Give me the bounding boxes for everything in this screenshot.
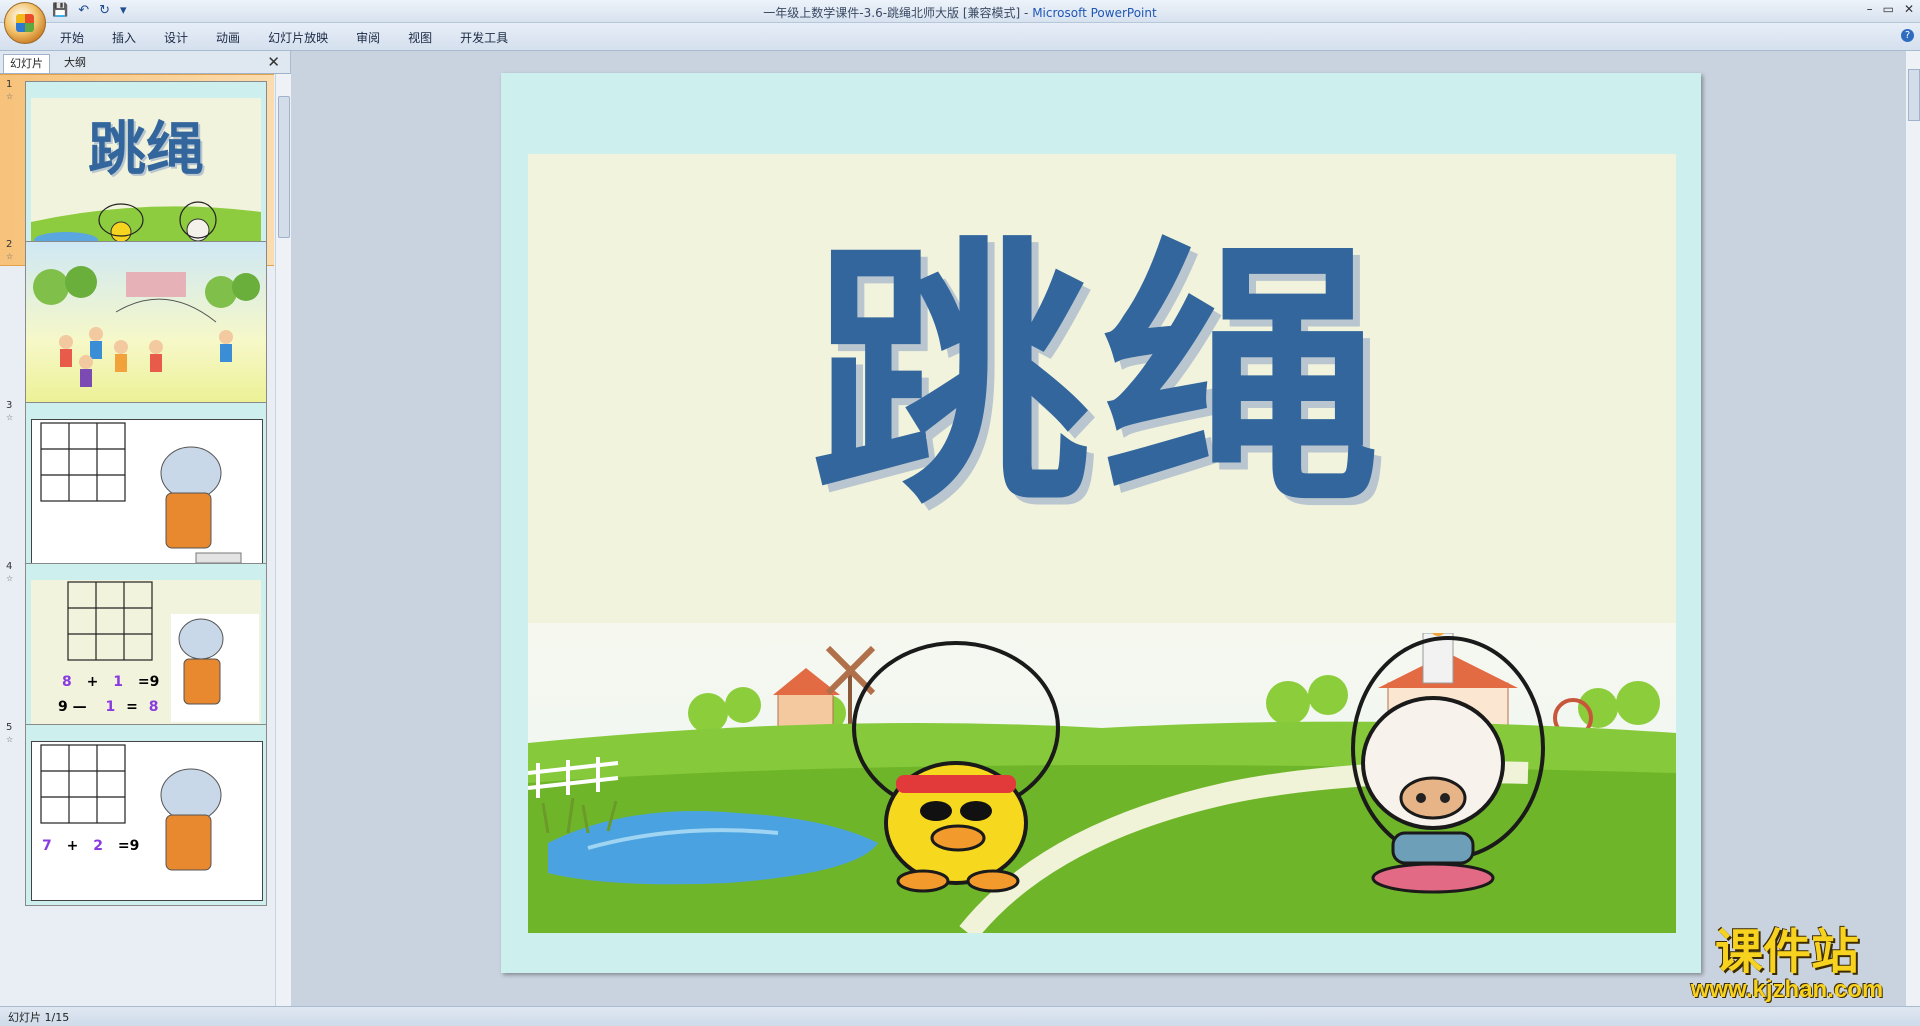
title-separator: -: [1020, 6, 1033, 20]
thumb-scene: [67, 581, 259, 722]
tab-insert[interactable]: 插入: [112, 29, 136, 46]
eq-num: 9: [58, 699, 68, 715]
eq-op: +: [66, 838, 79, 854]
thumbnail-number: 1: [6, 79, 13, 90]
watermark-text: 课件站: [1714, 924, 1859, 980]
menu-list: 开始 插入 设计 动画 幻灯片放映 审阅 视图 开发工具: [60, 29, 508, 46]
transition-icon: ☆: [6, 735, 14, 744]
eq-op: —: [72, 699, 87, 715]
thumbnail-number: 4: [6, 561, 13, 572]
thumbnail-image: 7 + 2 =9: [25, 724, 267, 906]
app-name: Microsoft PowerPoint: [1032, 6, 1157, 20]
thumb-eq1: 8 + 1 =9: [62, 674, 159, 690]
document-title: 一年级上数学课件-3.6-跳绳北师大版 [兼容模式]: [763, 6, 1021, 20]
thumb-scene: [40, 422, 242, 564]
slide-title[interactable]: 跳绳: [501, 228, 1701, 528]
eq-op: +: [86, 674, 99, 690]
ribbon-tabs: 开始 插入 设计 动画 幻灯片放映 审阅 视图 开发工具 ?: [0, 23, 1920, 51]
thumb-eq2: 9 — 1 = 8: [58, 699, 158, 715]
transition-icon: ☆: [6, 252, 14, 261]
eq-result: =9: [117, 838, 140, 854]
restore-button[interactable]: ▭: [1883, 2, 1894, 16]
transition-icon: ☆: [6, 92, 14, 101]
transition-icon: ☆: [6, 574, 14, 583]
eq-num: 7: [42, 838, 52, 854]
slides-pane: 幻灯片 大纲 ✕ 1 ☆ 跳绳 2 ☆ 3 ☆ 4 ☆ 8 + 1 =9 9 —…: [0, 51, 291, 1006]
transition-icon: ☆: [6, 413, 14, 422]
eq-num: 8: [62, 674, 72, 690]
help-icon[interactable]: ?: [1901, 29, 1914, 42]
tab-outline[interactable]: 大纲: [58, 54, 92, 72]
scrollbar-thumb[interactable]: [1908, 69, 1920, 121]
watermark-url: www.kjzhan.com: [1690, 976, 1884, 1003]
watermark-logo: 课件站 www.kjzhan.com: [1672, 926, 1902, 1004]
tab-design[interactable]: 设计: [164, 29, 188, 46]
thumbnail-list: 1 ☆ 跳绳 2 ☆ 3 ☆ 4 ☆ 8 + 1 =9 9 — 1 = 8 5 …: [0, 74, 274, 1006]
eq-result: 8: [148, 699, 159, 715]
tab-animations[interactable]: 动画: [216, 29, 240, 46]
tab-review[interactable]: 审阅: [356, 29, 380, 46]
eq-op: =: [126, 699, 138, 715]
minimize-button[interactable]: –: [1867, 2, 1873, 16]
eq-num: 1: [105, 699, 116, 715]
tab-home[interactable]: 开始: [60, 29, 84, 46]
thumbnail-scrollbar[interactable]: [275, 74, 291, 1006]
office-logo-icon: [16, 14, 34, 32]
thumbnail-number: 5: [6, 722, 13, 733]
tab-slides[interactable]: 幻灯片: [3, 54, 50, 73]
status-bar: 幻灯片 1/15: [0, 1006, 1920, 1026]
tab-slideshow[interactable]: 幻灯片放映: [268, 29, 328, 46]
slide-scrollbar[interactable]: [1905, 51, 1920, 1006]
eq-result: =9: [137, 674, 160, 690]
thumbnail-5[interactable]: 5 ☆ 7 + 2 =9: [0, 718, 274, 908]
window-title: 一年级上数学课件-3.6-跳绳北师大版 [兼容模式] - Microsoft P…: [0, 4, 1920, 21]
eq-num: 1: [113, 674, 123, 690]
slide-canvas[interactable]: 跳绳: [501, 73, 1701, 973]
title-bar: 💾 ↶ ↻ ▾ 一年级上数学课件-3.6-跳绳北师大版 [兼容模式] - Mic…: [0, 0, 1920, 23]
close-button[interactable]: ✕: [1904, 2, 1914, 16]
thumb-scene: [33, 266, 260, 387]
office-button[interactable]: [4, 2, 46, 44]
thumbnail-number: 2: [6, 239, 13, 250]
pane-tabs: 幻灯片 大纲 ✕: [0, 51, 290, 74]
tab-view[interactable]: 视图: [408, 29, 432, 46]
window-controls: – ▭ ✕: [1867, 2, 1914, 16]
thumb-scene: [40, 744, 222, 871]
slide-illustration: [528, 633, 1676, 933]
close-pane-icon[interactable]: ✕: [267, 53, 280, 71]
scrollbar-thumb[interactable]: [278, 96, 290, 238]
slide-counter: 幻灯片 1/15: [8, 1011, 70, 1024]
tab-developer[interactable]: 开发工具: [460, 29, 508, 46]
thumb-eq1: 7 + 2 =9: [42, 838, 139, 854]
thumbnail-number: 3: [6, 400, 13, 411]
eq-num: 2: [93, 838, 103, 854]
